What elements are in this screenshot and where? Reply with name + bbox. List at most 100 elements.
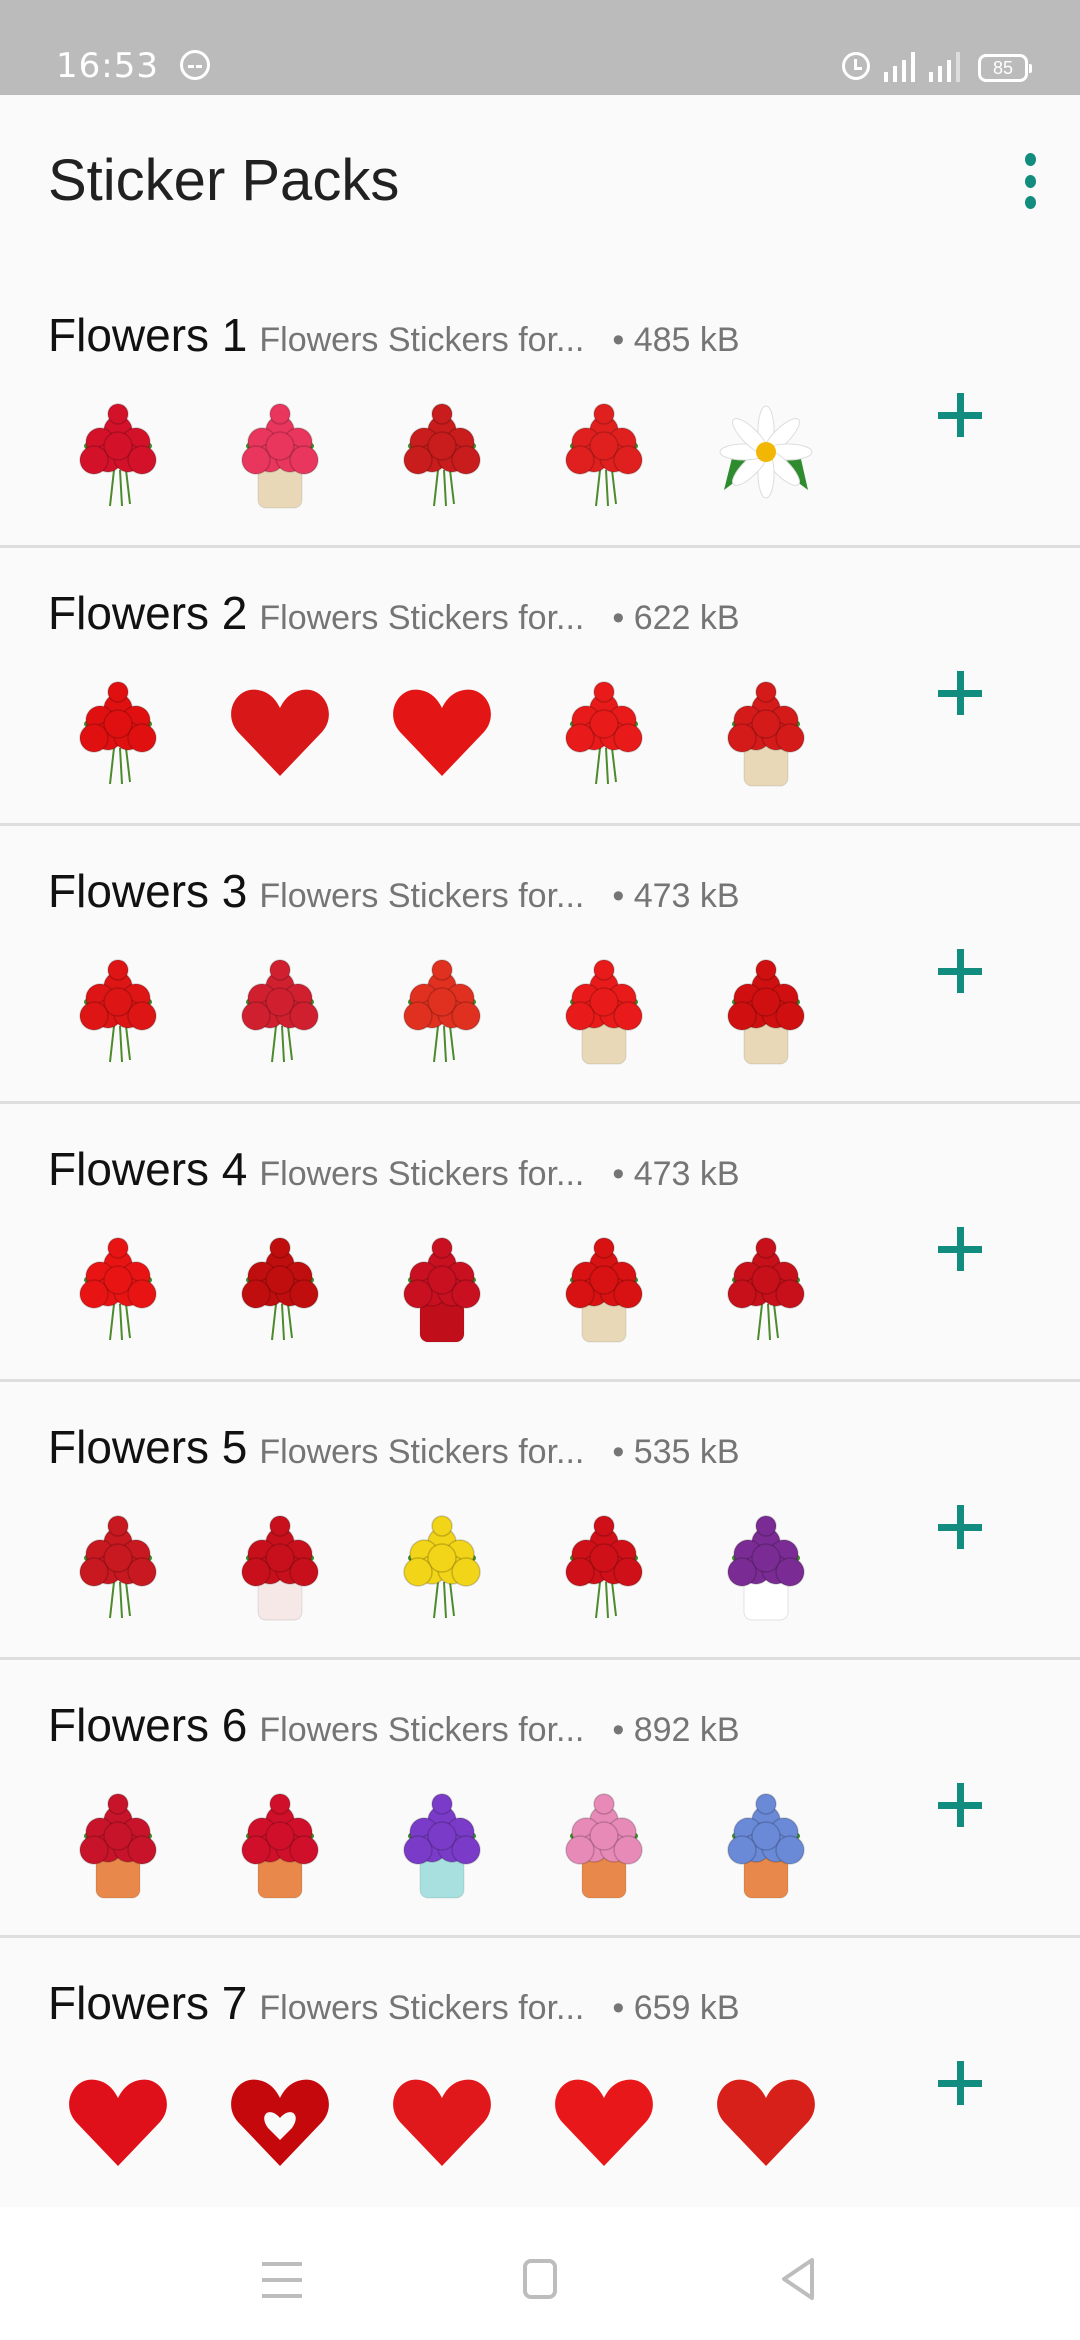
add-to-whatsapp-button[interactable] xyxy=(920,1209,1000,1289)
sticker-pack-row[interactable]: Flowers 5 Flowers Stickers for... • 535 … xyxy=(0,1382,1080,1660)
pack-header: Flowers 4 Flowers Stickers for... • 473 … xyxy=(48,1142,740,1196)
pack-size: • 892 kB xyxy=(612,1711,740,1749)
pack-header: Flowers 7 Flowers Stickers for... • 659 … xyxy=(48,1976,740,2030)
sticker-preview-rose-petal-heart xyxy=(56,2058,180,2182)
sticker-preview-rose-wreath-heart xyxy=(218,2058,342,2182)
sticker-preview-roses-glass-jar xyxy=(542,1224,666,1348)
sticker-preview-red-tulips-bulbs xyxy=(380,946,504,1070)
page-title: Sticker Packs xyxy=(48,148,400,213)
pack-publisher: Flowers Stickers for... xyxy=(259,599,585,637)
sticker-preview-red-rose-box xyxy=(218,1780,342,1904)
pack-publisher: Flowers Stickers for... xyxy=(259,321,585,359)
more-options-button[interactable] xyxy=(1010,153,1050,209)
sticker-pack-list: Flowers 1 Flowers Stickers for... • 485 … xyxy=(0,270,1080,2214)
sticker-preview-roses-in-glass-vase xyxy=(704,668,828,792)
sticker-preview-rose-cluster xyxy=(704,1224,828,1348)
signal-icon xyxy=(929,52,960,82)
sticker-preview-list xyxy=(56,2058,828,2182)
pack-size: • 659 kB xyxy=(612,1989,740,2027)
status-icons: 85 xyxy=(842,48,1032,82)
pack-publisher: Flowers Stickers for... xyxy=(259,1155,585,1193)
pack-header: Flowers 6 Flowers Stickers for... • 892 … xyxy=(48,1698,740,1752)
status-bar: 16:53 85 xyxy=(0,0,1080,95)
alarm-icon xyxy=(842,52,870,80)
pack-name: Flowers 2 xyxy=(48,587,248,639)
pack-publisher: Flowers Stickers for... xyxy=(259,1989,585,2027)
sticker-preview-purple-flowers-pot xyxy=(704,1502,828,1626)
sticker-preview-rose-small-basket xyxy=(56,946,180,1070)
sticker-preview-list xyxy=(56,946,828,1070)
pack-header: Flowers 1 Flowers Stickers for... • 485 … xyxy=(48,308,740,362)
add-to-whatsapp-button[interactable] xyxy=(920,1765,1000,1845)
sticker-pack-row[interactable]: Flowers 4 Flowers Stickers for... • 473 … xyxy=(0,1104,1080,1382)
pack-name: Flowers 3 xyxy=(48,865,248,917)
add-to-whatsapp-button[interactable] xyxy=(920,375,1000,455)
pack-header: Flowers 5 Flowers Stickers for... • 535 … xyxy=(48,1420,740,1474)
sticker-pack-row[interactable]: Flowers 6 Flowers Stickers for... • 892 … xyxy=(0,1660,1080,1938)
add-to-whatsapp-button[interactable] xyxy=(920,2043,1000,2123)
sticker-preview-white-daisy xyxy=(704,390,828,514)
sticker-preview-red-flower-box xyxy=(56,1780,180,1904)
sticker-preview-red-white-rose-bouquet xyxy=(542,1502,666,1626)
more-vertical-icon xyxy=(1024,153,1036,166)
sticker-preview-red-rose-ribbon-bouquet xyxy=(542,390,666,514)
add-to-whatsapp-button[interactable] xyxy=(920,1487,1000,1567)
system-nav-bar xyxy=(0,2207,1080,2340)
pack-size: • 622 kB xyxy=(612,599,740,637)
sticker-preview-round-rose-bouquet xyxy=(56,1224,180,1348)
pack-size: • 473 kB xyxy=(612,877,740,915)
pack-size: • 535 kB xyxy=(612,1433,740,1471)
sticker-preview-pink-red-rose-bunch xyxy=(56,390,180,514)
pack-publisher: Flowers Stickers for... xyxy=(259,1433,585,1471)
sticker-preview-red-rose-bouquet xyxy=(380,390,504,514)
back-icon[interactable] xyxy=(778,2257,818,2301)
sticker-preview-pink-flower-box xyxy=(542,1780,666,1904)
sticker-preview-petal-heart xyxy=(380,2058,504,2182)
sticker-preview-pink-red-rose-heart xyxy=(56,1502,180,1626)
app-header: Sticker Packs xyxy=(0,95,1080,270)
sticker-preview-roses-red-vase xyxy=(380,1224,504,1348)
sticker-preview-rose-bouquet-ribbon xyxy=(542,668,666,792)
more-vertical-icon-dot xyxy=(1024,196,1036,209)
pack-name: Flowers 5 xyxy=(48,1421,248,1473)
sticker-preview-blue-hydrangea-box xyxy=(704,1780,828,1904)
menu-icon[interactable] xyxy=(262,2262,302,2298)
signal-icon xyxy=(884,52,915,82)
pack-name: Flowers 1 xyxy=(48,309,248,361)
sticker-preview-mixed-rose-vase xyxy=(218,390,342,514)
pack-size: • 485 kB xyxy=(612,321,740,359)
sticker-preview-roses-hat-box xyxy=(218,1502,342,1626)
pack-header: Flowers 3 Flowers Stickers for... • 473 … xyxy=(48,864,740,918)
sticker-preview-list xyxy=(56,1224,828,1348)
pack-publisher: Flowers Stickers for... xyxy=(259,1711,585,1749)
status-time: 16:53 xyxy=(56,46,159,86)
devil-face-icon xyxy=(180,50,210,80)
sticker-preview-list xyxy=(56,390,828,514)
sticker-preview-rose-basket-bow xyxy=(542,946,666,1070)
home-icon[interactable] xyxy=(523,2259,557,2299)
pack-name: Flowers 4 xyxy=(48,1143,248,1195)
sticker-preview-red-lilies-vase xyxy=(218,946,342,1070)
add-to-whatsapp-button[interactable] xyxy=(920,653,1000,733)
sticker-preview-list xyxy=(56,1780,828,1904)
sticker-preview-list xyxy=(56,668,828,792)
sticker-preview-roses-glass-vase xyxy=(704,946,828,1070)
sticker-preview-yellow-rose-bouquet xyxy=(380,1502,504,1626)
sticker-preview-list xyxy=(56,1502,828,1626)
pack-name: Flowers 7 xyxy=(48,1977,248,2029)
sticker-preview-dense-rose-bouquet xyxy=(218,1224,342,1348)
pack-header: Flowers 2 Flowers Stickers for... • 622 … xyxy=(48,586,740,640)
pack-name: Flowers 6 xyxy=(48,1699,248,1751)
sticker-preview-rose-heart xyxy=(380,668,504,792)
sticker-pack-row[interactable]: Flowers 1 Flowers Stickers for... • 485 … xyxy=(0,270,1080,548)
sticker-pack-row[interactable]: Flowers 7 Flowers Stickers for... • 659 … xyxy=(0,1938,1080,2214)
pack-size: • 473 kB xyxy=(612,1155,740,1193)
sticker-preview-purple-flower-box xyxy=(380,1780,504,1904)
more-vertical-icon-dot xyxy=(1024,174,1036,188)
add-to-whatsapp-button[interactable] xyxy=(920,931,1000,1011)
sticker-pack-row[interactable]: Flowers 3 Flowers Stickers for... • 473 … xyxy=(0,826,1080,1104)
sticker-pack-row[interactable]: Flowers 2 Flowers Stickers for... • 622 … xyxy=(0,548,1080,826)
battery-icon: 85 xyxy=(978,54,1032,82)
sticker-preview-rose-cluster-heart xyxy=(704,2058,828,2182)
sticker-preview-rose-basket xyxy=(56,668,180,792)
